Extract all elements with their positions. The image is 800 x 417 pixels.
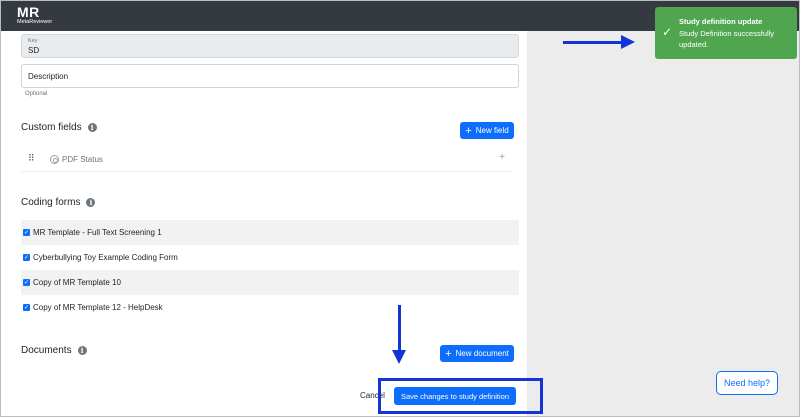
info-circle-icon[interactable]: i bbox=[77, 346, 87, 355]
coding-form-row[interactable]: ✓ Copy of MR Template 10 bbox=[21, 270, 519, 295]
documents-heading: Documents i bbox=[21, 345, 87, 356]
custom-field-row[interactable]: ⠿ PDF Status + bbox=[21, 146, 513, 172]
coding-form-row[interactable]: ✓ MR Template - Full Text Screening 1 bbox=[21, 220, 519, 245]
custom-fields-heading: Custom fields i bbox=[21, 122, 97, 133]
custom-fields-title: Custom fields bbox=[21, 122, 82, 133]
new-document-label: New document bbox=[455, 349, 509, 358]
coding-form-row[interactable]: ✓ Cyberbullying Toy Example Coding Form bbox=[21, 245, 519, 270]
success-toast[interactable]: ✓ Study definition update Study Definiti… bbox=[655, 7, 797, 59]
annotation-arrow-right-icon bbox=[563, 35, 635, 49]
toast-message: Study Definition successfully updated. bbox=[679, 29, 775, 49]
description-help-text: Optional bbox=[25, 91, 48, 97]
coding-form-label: Copy of MR Template 10 bbox=[33, 278, 121, 287]
key-field: Key SD bbox=[21, 34, 519, 58]
plus-icon: + bbox=[465, 124, 472, 137]
app-window: MR MetaReviewer Key SD Optional Custom f… bbox=[0, 0, 800, 417]
grip-icon[interactable]: ⠿ bbox=[28, 153, 35, 164]
coding-forms-title: Coding forms bbox=[21, 197, 81, 208]
new-field-label: New field bbox=[475, 126, 509, 135]
checkbox-checked-icon[interactable]: ✓ bbox=[23, 304, 30, 311]
checkbox-checked-icon[interactable]: ✓ bbox=[23, 279, 30, 286]
checkbox-checked-icon[interactable]: ✓ bbox=[23, 254, 30, 261]
checkmark-icon: ✓ bbox=[662, 25, 673, 39]
documents-title: Documents bbox=[21, 345, 72, 356]
key-label: Key bbox=[28, 38, 38, 44]
toast-title: Study definition update bbox=[679, 17, 763, 26]
plus-icon: + bbox=[445, 347, 452, 360]
info-circle-icon[interactable]: i bbox=[86, 198, 96, 207]
coding-forms-heading: Coding forms i bbox=[21, 197, 96, 208]
coding-form-label: Copy of MR Template 12 - HelpDesk bbox=[33, 303, 163, 312]
new-field-button[interactable]: + New field bbox=[460, 122, 514, 139]
radio-field-icon bbox=[50, 155, 59, 164]
coding-form-row[interactable]: ✓ Copy of MR Template 12 - HelpDesk bbox=[21, 295, 519, 320]
app-logo[interactable]: MR MetaReviewer bbox=[17, 5, 52, 26]
new-document-button[interactable]: + New document bbox=[440, 345, 514, 362]
coding-form-label: Cyberbullying Toy Example Coding Form bbox=[33, 253, 178, 262]
need-help-button[interactable]: Need help? bbox=[716, 371, 778, 395]
key-value: SD bbox=[28, 46, 40, 55]
checkbox-checked-icon[interactable]: ✓ bbox=[23, 229, 30, 236]
logo-mark: MR bbox=[17, 4, 40, 20]
info-circle-icon[interactable]: i bbox=[87, 123, 97, 132]
custom-field-name: PDF Status bbox=[62, 155, 103, 164]
logo-subtitle: MetaReviewer bbox=[17, 19, 53, 25]
coding-form-label: MR Template - Full Text Screening 1 bbox=[33, 228, 162, 237]
annotation-highlight-box bbox=[378, 378, 543, 414]
study-definition-form: Key SD Optional Custom fields i + New fi… bbox=[1, 31, 527, 416]
description-input[interactable] bbox=[21, 64, 519, 88]
annotation-arrow-down-icon bbox=[392, 305, 406, 364]
plus-icon[interactable]: + bbox=[499, 152, 505, 163]
background-area bbox=[527, 31, 799, 416]
